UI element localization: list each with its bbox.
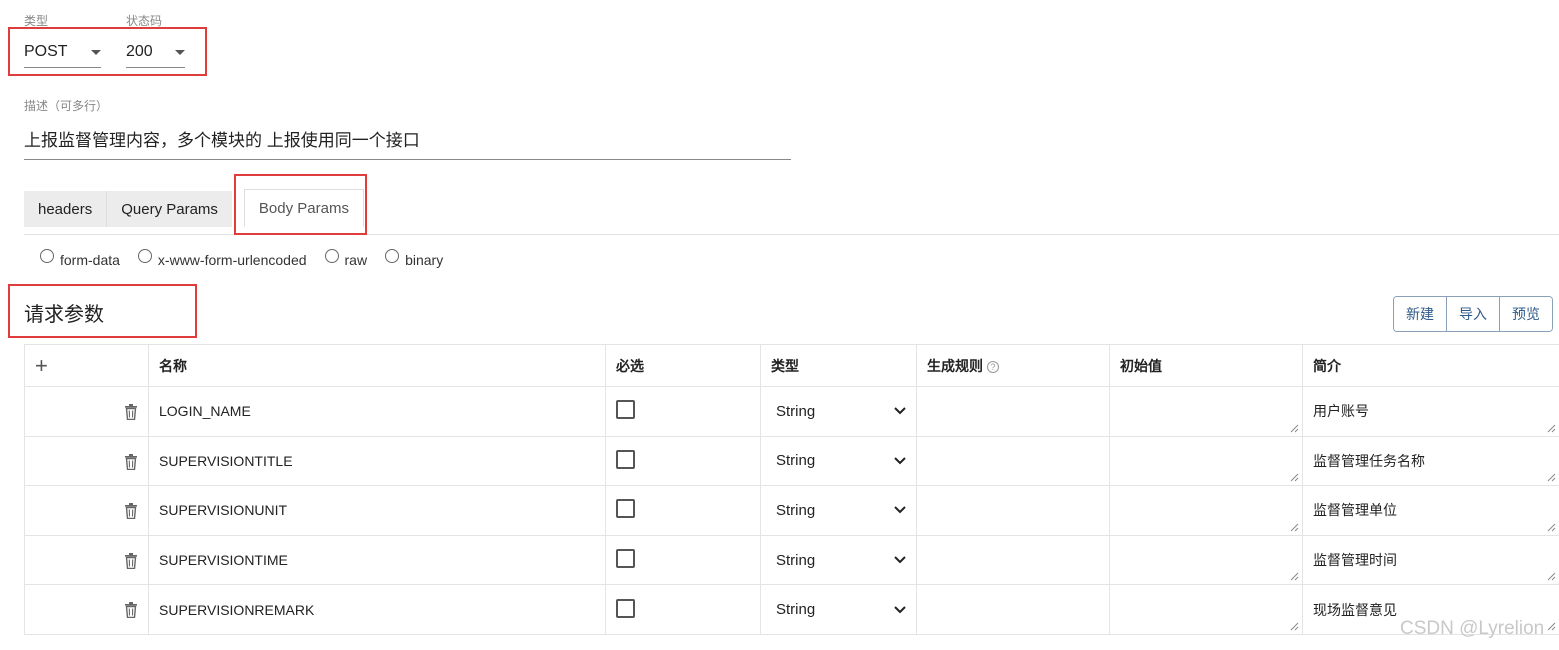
required-cell xyxy=(605,584,761,635)
header-initial: 初始值 xyxy=(1109,344,1303,387)
tab-headers[interactable]: headers xyxy=(24,191,108,227)
header-required: 必选 xyxy=(605,344,761,387)
param-name[interactable]: SUPERVISIONREMARK xyxy=(148,584,606,635)
param-action-buttons: 新建 导入 预览 xyxy=(1393,296,1553,332)
required-checkbox[interactable] xyxy=(616,499,635,519)
param-name[interactable]: LOGIN_NAME xyxy=(148,386,606,437)
highlight-box-body-params xyxy=(234,174,367,235)
resize-grip-icon xyxy=(1547,424,1556,432)
resize-grip-icon xyxy=(1547,622,1556,631)
radio-binary[interactable]: binary xyxy=(385,249,443,268)
header-intro: 简介 xyxy=(1302,344,1559,387)
params-table: + 名称 必选 类型 生成规则? 初始值 简介 LOGIN_NAME Strin… xyxy=(24,344,1559,635)
resize-grip-icon xyxy=(1290,473,1299,482)
radio-form-data[interactable]: form-data xyxy=(40,249,120,268)
watermark: CSDN @Lyrelion xyxy=(1400,618,1545,639)
required-cell xyxy=(605,386,761,437)
required-checkbox[interactable] xyxy=(616,400,635,420)
radio-circle-icon[interactable] xyxy=(324,249,339,263)
new-button[interactable]: 新建 xyxy=(1394,297,1447,331)
chevron-down-icon xyxy=(894,506,906,514)
resize-grip-icon xyxy=(1290,424,1299,432)
resize-grip-icon xyxy=(1547,573,1556,581)
row-actions xyxy=(24,386,149,437)
resize-grip-icon xyxy=(1290,523,1299,532)
required-checkbox[interactable] xyxy=(616,549,635,569)
table-row: SUPERVISIONREMARK String 现场监督意见 xyxy=(24,584,1559,635)
preview-button[interactable]: 预览 xyxy=(1500,297,1552,331)
highlight-box-method xyxy=(8,27,207,76)
help-icon[interactable]: ? xyxy=(987,360,999,373)
initial-value-cell[interactable] xyxy=(1109,386,1303,437)
required-cell xyxy=(605,435,761,487)
param-name[interactable]: SUPERVISIONUNIT xyxy=(148,485,606,536)
highlight-box-section-title xyxy=(8,284,197,338)
table-row: LOGIN_NAME String 用户账号 xyxy=(24,386,1559,437)
description-label: 描述（可多行） xyxy=(24,99,109,113)
row-actions xyxy=(24,584,149,635)
intro-cell[interactable]: 监督管理任务名称 xyxy=(1302,435,1559,487)
resize-grip-icon xyxy=(1290,573,1299,581)
trash-icon[interactable] xyxy=(124,452,138,470)
row-actions xyxy=(24,485,149,536)
resize-grip-icon xyxy=(1547,473,1556,482)
required-checkbox[interactable] xyxy=(616,598,635,618)
trash-icon[interactable] xyxy=(124,403,138,420)
type-cell[interactable]: String xyxy=(760,386,917,437)
initial-value-cell[interactable] xyxy=(1109,584,1303,635)
required-cell xyxy=(605,485,761,536)
table-row: SUPERVISIONTIME String 监督管理时间 xyxy=(24,534,1559,586)
rule-cell[interactable] xyxy=(916,435,1110,487)
radio-x-www-form-urlencoded[interactable]: x-www-form-urlencoded xyxy=(137,249,307,268)
chevron-down-icon xyxy=(894,556,906,564)
trash-icon[interactable] xyxy=(124,502,138,520)
radio-circle-icon[interactable] xyxy=(40,249,54,263)
row-actions xyxy=(24,534,149,586)
rule-cell[interactable] xyxy=(916,386,1110,437)
table-row: SUPERVISIONUNIT String 监督管理单位 xyxy=(24,485,1559,536)
radio-circle-icon[interactable] xyxy=(137,249,152,263)
type-cell[interactable]: String xyxy=(760,435,917,487)
initial-value-cell[interactable] xyxy=(1109,435,1303,487)
initial-value-cell[interactable] xyxy=(1109,534,1303,586)
trash-icon[interactable] xyxy=(124,551,138,569)
table-row: SUPERVISIONTITLE String 监督管理任务名称 xyxy=(24,435,1559,487)
chevron-down-icon xyxy=(894,457,906,465)
required-checkbox[interactable] xyxy=(616,449,635,469)
rule-cell[interactable] xyxy=(916,534,1110,586)
rule-cell[interactable] xyxy=(916,584,1110,635)
type-cell[interactable]: String xyxy=(760,485,917,536)
type-cell[interactable]: String xyxy=(760,534,917,586)
body-type-radios: form-data x-www-form-urlencoded raw bina… xyxy=(40,249,461,268)
header-type: 类型 xyxy=(760,344,917,387)
resize-grip-icon xyxy=(1547,523,1556,532)
intro-cell[interactable]: 用户账号 xyxy=(1302,386,1559,437)
intro-cell[interactable]: 监督管理单位 xyxy=(1302,485,1559,536)
intro-cell[interactable]: 监督管理时间 xyxy=(1302,534,1559,586)
header-name: 名称 xyxy=(148,344,606,387)
param-name[interactable]: SUPERVISIONTIME xyxy=(148,534,606,586)
header-rule: 生成规则? xyxy=(916,344,1110,387)
radio-raw[interactable]: raw xyxy=(324,249,367,268)
initial-value-cell[interactable] xyxy=(1109,485,1303,536)
type-cell[interactable]: String xyxy=(760,584,917,635)
row-actions xyxy=(24,435,149,487)
table-header-row: + 名称 必选 类型 生成规则? 初始值 简介 xyxy=(24,344,1559,387)
param-name[interactable]: SUPERVISIONTITLE xyxy=(148,435,606,487)
trash-icon[interactable] xyxy=(124,601,138,619)
chevron-down-icon xyxy=(894,407,906,415)
required-cell xyxy=(605,534,761,586)
chevron-down-icon xyxy=(894,605,906,614)
description-input[interactable]: 上报监督管理内容，多个模块的 上报使用同一个接口 xyxy=(24,126,791,160)
tab-query-params[interactable]: Query Params xyxy=(107,191,232,227)
add-row-cell: + xyxy=(24,344,149,387)
import-button[interactable]: 导入 xyxy=(1447,297,1500,331)
plus-icon[interactable]: + xyxy=(35,353,48,378)
radio-circle-icon[interactable] xyxy=(385,249,400,263)
rule-cell[interactable] xyxy=(916,485,1110,536)
resize-grip-icon xyxy=(1290,622,1299,631)
